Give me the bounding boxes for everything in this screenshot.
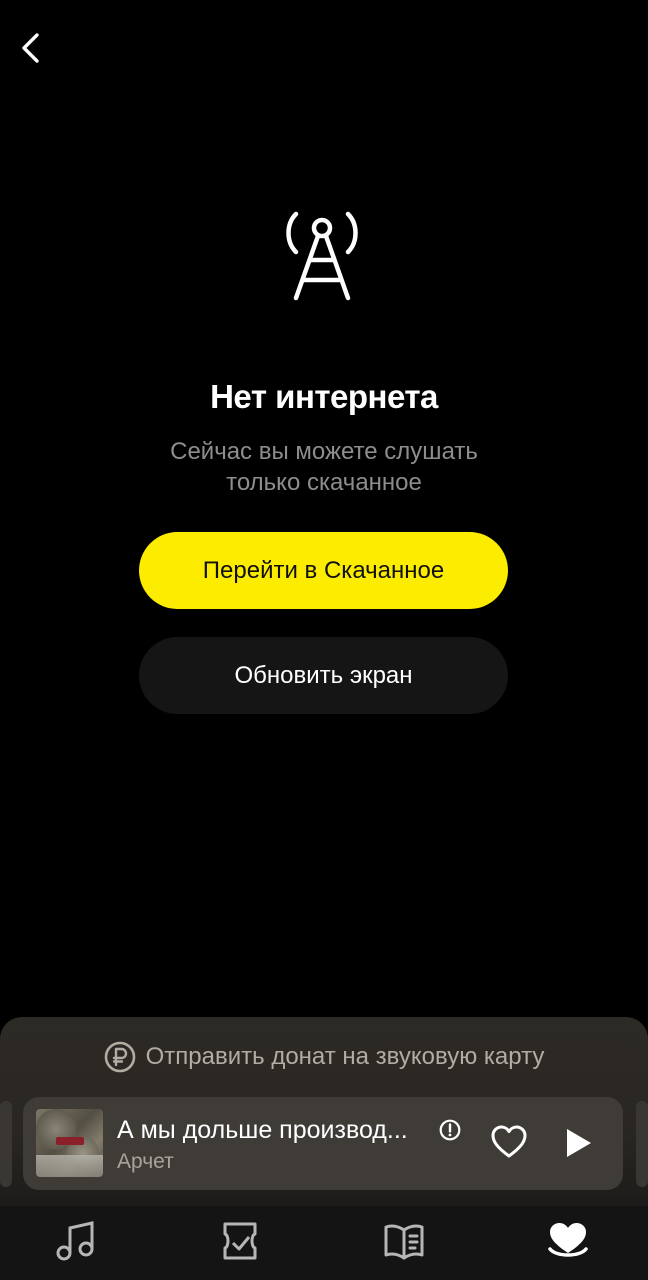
tab-library[interactable] <box>382 1218 426 1264</box>
radio-tower-icon <box>286 211 358 301</box>
previous-card-edge <box>0 1101 12 1187</box>
music-note-icon <box>56 1221 94 1261</box>
refresh-screen-button[interactable]: Обновить экран <box>139 637 508 714</box>
tab-music[interactable] <box>54 1218 98 1264</box>
cover-detail <box>36 1155 103 1177</box>
track-artist[interactable]: Арчет <box>117 1150 174 1174</box>
collection-icon <box>223 1222 257 1260</box>
exclamation-circle-icon[interactable] <box>439 1119 461 1141</box>
go-to-downloads-button[interactable]: Перейти в Скачанное <box>139 532 508 609</box>
donate-button[interactable]: Отправить донат на звуковую карту <box>0 1024 648 1090</box>
heart-icon <box>548 1223 588 1257</box>
back-button[interactable] <box>12 28 48 68</box>
page-subtitle: Сейчас вы можете слушать только скачанно… <box>124 436 524 498</box>
subtitle-line: только скачанное <box>226 469 422 496</box>
ruble-coin-icon <box>104 1041 135 1073</box>
page-title: Нет интернета <box>210 378 438 415</box>
book-icon <box>384 1224 424 1260</box>
track-title[interactable]: А мы дольше производ... <box>117 1116 408 1145</box>
next-card-edge <box>636 1101 648 1187</box>
subtitle-line: Сейчас вы можете слушать <box>170 438 478 465</box>
cover-detail <box>56 1137 84 1145</box>
donate-label: Отправить донат на звуковую карту <box>145 1043 545 1070</box>
album-cover[interactable] <box>36 1109 103 1177</box>
play-icon[interactable] <box>562 1126 594 1160</box>
chevron-left-icon <box>22 33 39 63</box>
tab-my-wave[interactable] <box>546 1218 590 1264</box>
heart-outline-icon[interactable] <box>490 1124 528 1160</box>
tab-collection[interactable] <box>218 1218 262 1264</box>
